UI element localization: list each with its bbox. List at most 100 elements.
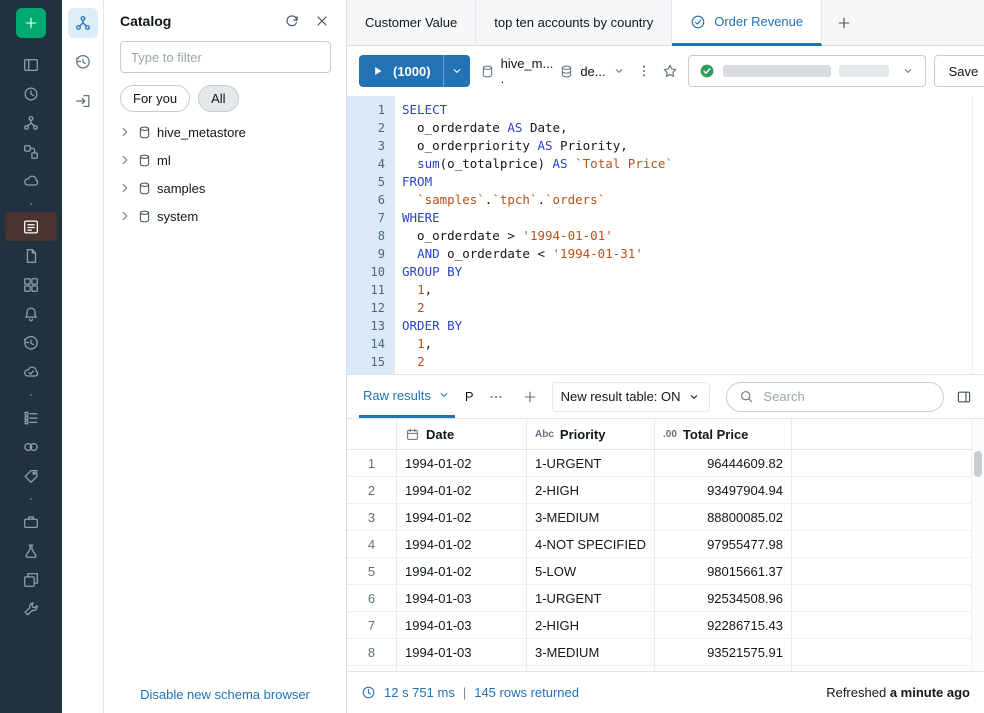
- priority-cell: 1-URGENT: [527, 450, 655, 476]
- chevron-right-icon[interactable]: [118, 181, 132, 195]
- database-icon: [137, 125, 152, 140]
- editor-scrollbar[interactable]: [972, 96, 984, 374]
- table-row[interactable]: 31994-01-023-MEDIUM88800085.02: [347, 504, 984, 531]
- workflows-nav[interactable]: [5, 137, 57, 166]
- save-button[interactable]: Save: [934, 55, 984, 87]
- table-row[interactable]: 11994-01-021-URGENT96444609.82: [347, 450, 984, 477]
- column-header-date[interactable]: Date: [397, 419, 527, 449]
- workspace-nav[interactable]: [5, 50, 57, 79]
- new-button[interactable]: [16, 8, 46, 38]
- chevron-right-icon[interactable]: [118, 209, 132, 223]
- code-line-10[interactable]: 10GROUP BY: [347, 263, 984, 281]
- add-tab-button[interactable]: [822, 0, 866, 46]
- code-line-2[interactable]: 2 o_orderdate AS Date,: [347, 119, 984, 137]
- total-price-cell: 92534508.96: [655, 585, 792, 611]
- code-line-4[interactable]: 4 sum(o_totalprice) AS `Total Price`: [347, 155, 984, 173]
- chevron-down-icon: [437, 388, 451, 402]
- add-visualization-button[interactable]: [518, 381, 542, 413]
- warehouse-size-redacted: [839, 65, 889, 77]
- catalog-nav[interactable]: [5, 108, 57, 137]
- code-line-8[interactable]: 8 o_orderdate > '1994-01-01': [347, 227, 984, 245]
- code-line-13[interactable]: 13ORDER BY: [347, 317, 984, 335]
- code-line-6[interactable]: 6 `samples`.`tpch`.`orders`: [347, 191, 984, 209]
- schema-browser-tab[interactable]: [68, 8, 98, 38]
- disable-schema-browser-link[interactable]: Disable new schema browser: [104, 687, 346, 702]
- scrollbar-thumb[interactable]: [974, 451, 982, 477]
- catalog-schema-selector[interactable]: hive_m... . de...: [480, 56, 626, 86]
- filter-chip-for-you[interactable]: For you: [120, 85, 190, 112]
- sql-editor-nav[interactable]: [5, 212, 57, 241]
- results-scrollbar[interactable]: [971, 419, 984, 671]
- job-runs-nav[interactable]: [5, 403, 57, 432]
- favorite-button[interactable]: [662, 55, 678, 87]
- code-text: sum(o_totalprice) AS `Total Price`: [395, 155, 673, 173]
- chevron-right-icon[interactable]: [118, 125, 132, 139]
- code-line-1[interactable]: 1SELECT: [347, 101, 984, 119]
- table-row[interactable]: 91994-01-034-NOT SPECIFIED87568531.46: [347, 666, 984, 671]
- warehouse-selector[interactable]: [688, 55, 926, 87]
- data-ingestion-nav[interactable]: [5, 432, 57, 461]
- left-nav-rail: [0, 0, 62, 713]
- experiments-nav[interactable]: [5, 536, 57, 565]
- model-serving-nav[interactable]: [5, 507, 57, 536]
- run-options-button[interactable]: [443, 55, 470, 87]
- results-more-button[interactable]: [484, 381, 508, 413]
- recents-nav[interactable]: [5, 79, 57, 108]
- tab-order-revenue[interactable]: Order Revenue: [672, 0, 822, 46]
- table-row[interactable]: 51994-01-025-LOW98015661.37: [347, 558, 984, 585]
- apps-nav[interactable]: [5, 565, 57, 594]
- raw-results-tab[interactable]: Raw results: [359, 375, 455, 418]
- search-input[interactable]: [762, 388, 931, 405]
- delta-live-tables-nav[interactable]: [5, 461, 57, 490]
- filter-chip-all[interactable]: All: [198, 85, 238, 112]
- table-row[interactable]: 81994-01-033-MEDIUM93521575.91: [347, 639, 984, 666]
- partial-results-tab[interactable]: P: [465, 389, 474, 404]
- code-line-15[interactable]: 15 2: [347, 353, 984, 371]
- dev-tools-nav[interactable]: [5, 594, 57, 623]
- column-header-priority[interactable]: Abc Priority: [527, 419, 655, 449]
- code-line-11[interactable]: 11 1,: [347, 281, 984, 299]
- sql-editor[interactable]: 1SELECT2 o_orderdate AS Date,3 o_orderpr…: [347, 96, 984, 374]
- code-line-5[interactable]: 5FROM: [347, 173, 984, 191]
- side-panel-toggle[interactable]: [956, 389, 972, 405]
- catalog-filter-input[interactable]: [120, 41, 331, 73]
- table-row[interactable]: 61994-01-031-URGENT92534508.96: [347, 585, 984, 612]
- schema-icon: [559, 64, 574, 79]
- dashboards-nav[interactable]: [5, 270, 57, 299]
- code-line-7[interactable]: 7WHERE: [347, 209, 984, 227]
- table-row[interactable]: 41994-01-024-NOT SPECIFIED97955477.98: [347, 531, 984, 558]
- code-line-9[interactable]: 9 AND o_orderdate < '1994-01-31': [347, 245, 984, 263]
- catalog-tree-item-hive_metastore[interactable]: hive_metastore: [104, 118, 346, 146]
- tab-top-ten-accounts-by-country[interactable]: top ten accounts by country: [476, 0, 672, 46]
- run-button[interactable]: (1000): [359, 55, 443, 87]
- table-row[interactable]: 71994-01-032-HIGH92286715.43: [347, 612, 984, 639]
- catalog-tree-item-ml[interactable]: ml: [104, 146, 346, 174]
- alerts-nav[interactable]: [5, 299, 57, 328]
- query-history-nav[interactable]: [5, 328, 57, 357]
- calendar-icon: [405, 427, 420, 442]
- history-icon: [22, 334, 40, 352]
- queries-nav[interactable]: [5, 241, 57, 270]
- close-icon[interactable]: [314, 13, 330, 29]
- plus-icon: [23, 15, 39, 31]
- chevron-right-icon[interactable]: [118, 153, 132, 167]
- code-line-14[interactable]: 14 1,: [347, 335, 984, 353]
- cloudcheck-icon: [22, 363, 40, 381]
- more-options-button[interactable]: [636, 55, 652, 87]
- insert-tab[interactable]: [68, 86, 98, 116]
- column-header-total-price[interactable]: .00 Total Price: [655, 419, 792, 449]
- history-tab[interactable]: [68, 47, 98, 77]
- refresh-icon[interactable]: [284, 13, 300, 29]
- table-row[interactable]: 21994-01-022-HIGH93497904.94: [347, 477, 984, 504]
- catalog-tree-item-system[interactable]: system: [104, 202, 346, 230]
- code-line-12[interactable]: 12 2: [347, 299, 984, 317]
- row-number-header[interactable]: [347, 419, 397, 449]
- new-result-table-toggle[interactable]: New result table: ON: [552, 382, 710, 412]
- sql-warehouses-nav[interactable]: [5, 357, 57, 386]
- tab-customer-value[interactable]: Customer Value: [347, 0, 476, 46]
- code-line-3[interactable]: 3 o_orderpriority AS Priority,: [347, 137, 984, 155]
- code-text: o_orderpriority AS Priority,: [395, 137, 628, 155]
- toggle-label: New result table: ON: [561, 389, 681, 404]
- compute-nav[interactable]: [5, 166, 57, 195]
- catalog-tree-item-samples[interactable]: samples: [104, 174, 346, 202]
